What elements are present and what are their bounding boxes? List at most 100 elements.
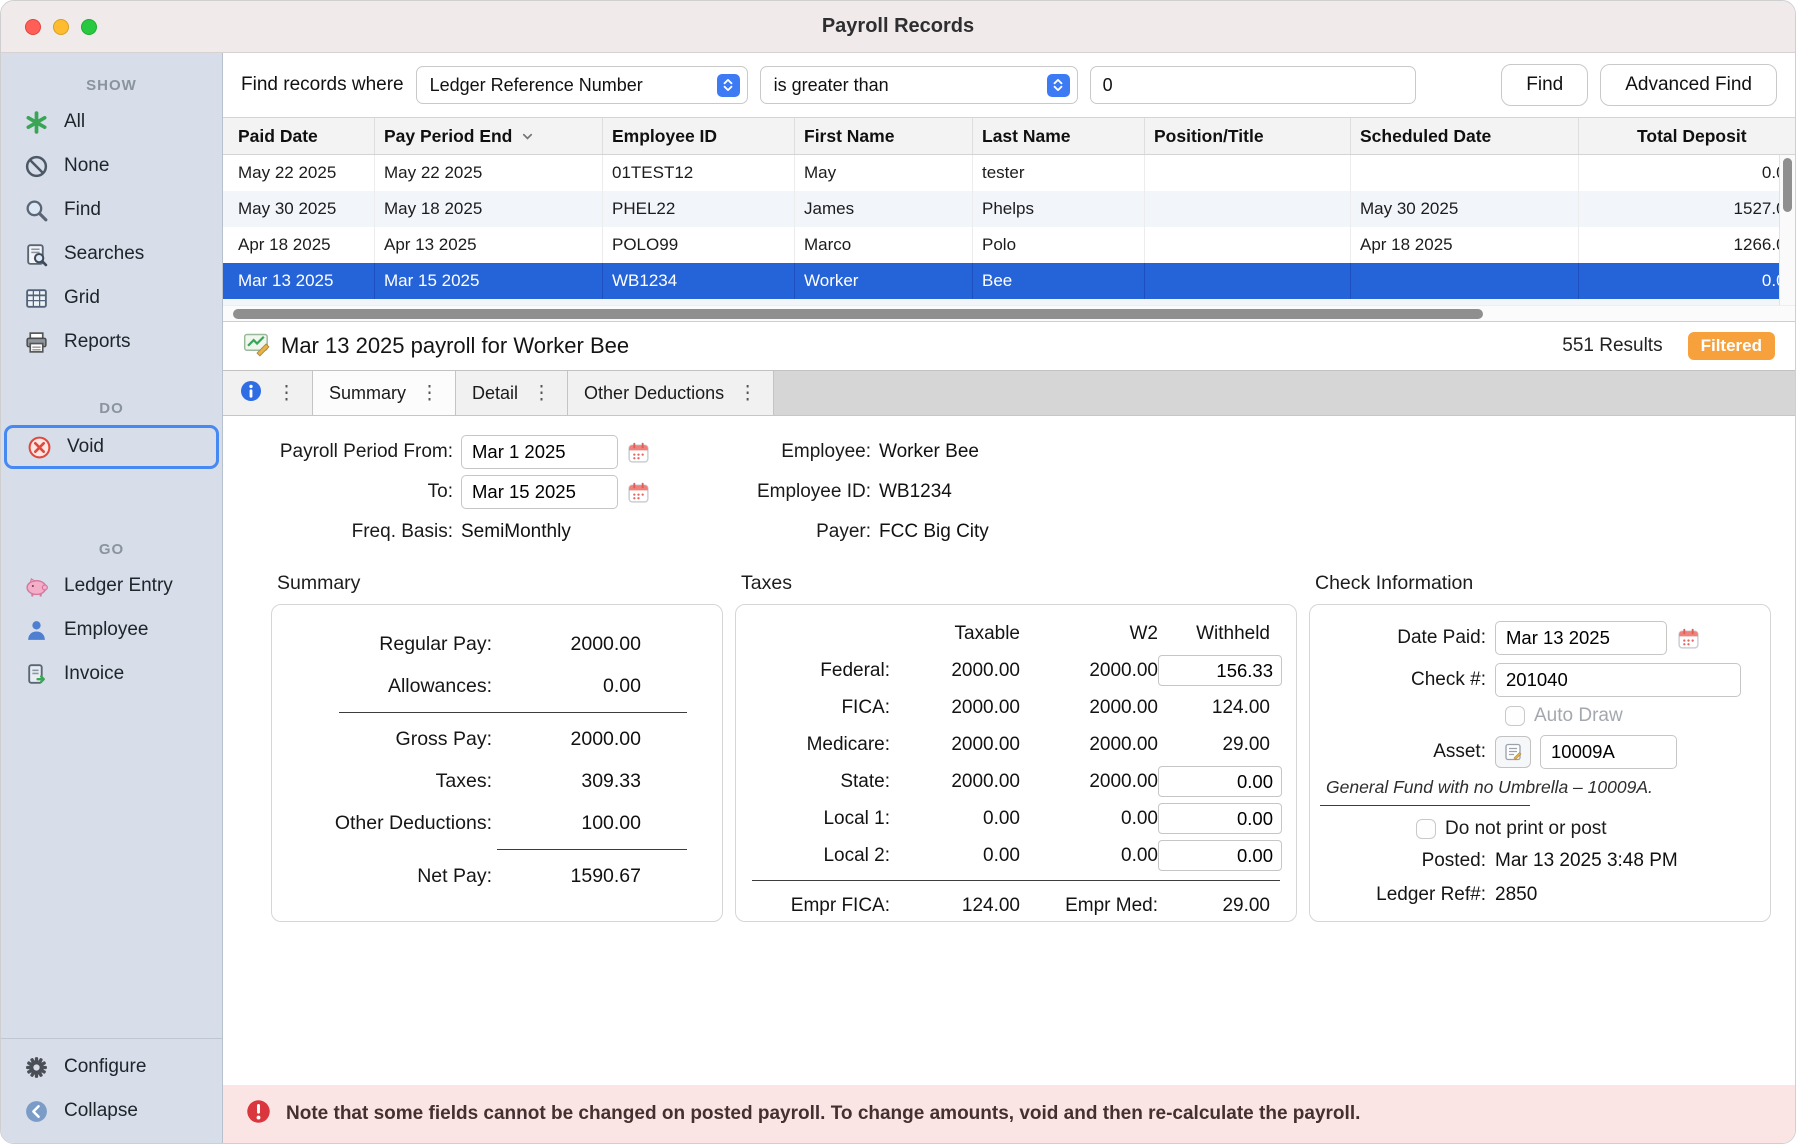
column-header-paid-date[interactable]: Paid Date: [223, 118, 375, 154]
table-row-selected[interactable]: Mar 13 2025 Mar 15 2025 WB1234 Worker Be…: [223, 263, 1779, 299]
state-w2: 2000.00: [1020, 763, 1158, 800]
auto-draw-label: Auto Draw: [1534, 705, 1623, 727]
tab-summary[interactable]: Summary ⋮: [313, 371, 456, 415]
sidebar-item-void[interactable]: Void: [4, 425, 219, 469]
cell-first-name: James: [795, 191, 973, 227]
column-header-total-deposit[interactable]: Total Deposit: [1579, 118, 1779, 154]
taxes-value: 309.33: [492, 770, 641, 793]
sidebar-item-searches[interactable]: Searches: [1, 232, 222, 276]
cell-last-name: Bee: [973, 263, 1145, 299]
check-divider: [1320, 805, 1530, 806]
column-header-employee-id[interactable]: Employee ID: [603, 118, 795, 154]
vertical-scrollbar-thumb[interactable]: [1783, 158, 1792, 212]
check-information-panel-title: Check Information: [1315, 572, 1771, 595]
do-not-print-checkbox[interactable]: [1416, 819, 1436, 839]
auto-draw-checkbox[interactable]: [1505, 706, 1525, 726]
tab-info[interactable]: ⋮: [223, 371, 313, 415]
cell-position-title: [1145, 155, 1351, 191]
content-area: Find records where Ledger Reference Numb…: [223, 53, 1795, 1143]
state-label: State:: [750, 763, 890, 800]
freq-basis-value: SemiMonthly: [461, 521, 571, 543]
x-circle-icon: [26, 434, 52, 460]
fica-taxable: 2000.00: [890, 689, 1020, 726]
summary-panel: Summary Regular Pay:2000.00 Allowances:0…: [271, 572, 723, 922]
tab-detail[interactable]: Detail ⋮: [456, 371, 568, 415]
sidebar-item-all[interactable]: All: [1, 100, 222, 144]
table-row[interactable]: May 30 2025 May 18 2025 PHEL22 James Phe…: [223, 191, 1779, 227]
empr-fica-value: 124.00: [890, 887, 1020, 922]
cell-scheduled-date: [1351, 263, 1579, 299]
federal-withheld-input[interactable]: [1158, 655, 1282, 686]
sidebar-item-find[interactable]: Find: [1, 188, 222, 232]
local2-withheld-input[interactable]: [1158, 840, 1282, 871]
check-number-label: Check #:: [1310, 669, 1486, 691]
allowances-value: 0.00: [492, 675, 641, 698]
horizontal-scrollbar[interactable]: [223, 305, 1795, 321]
employee-label: Employee:: [739, 441, 871, 463]
vertical-scrollbar[interactable]: [1779, 155, 1795, 305]
medicare-withheld: 29.00: [1158, 726, 1282, 763]
local1-withheld-input[interactable]: [1158, 803, 1282, 834]
period-from-label: Payroll Period From:: [223, 441, 453, 463]
close-window-button[interactable]: [25, 19, 41, 35]
posted-label: Posted:: [1310, 850, 1486, 872]
calendar-icon: [626, 480, 651, 505]
column-header-pay-period-end[interactable]: Pay Period End: [375, 118, 603, 154]
asset-description: General Fund with no Umbrella – 10009A.: [1310, 773, 1756, 801]
column-header-position-title[interactable]: Position/Title: [1145, 118, 1351, 154]
advanced-find-button[interactable]: Advanced Find: [1600, 64, 1777, 106]
sidebar-item-employee[interactable]: Employee: [1, 608, 222, 652]
local1-w2: 0.00: [1020, 800, 1158, 837]
find-value-input[interactable]: [1090, 66, 1416, 104]
sidebar-item-ledger-entry[interactable]: Ledger Entry: [1, 564, 222, 608]
minimize-window-button[interactable]: [53, 19, 69, 35]
cell-position-title: [1145, 263, 1351, 299]
find-operator-dropdown[interactable]: is greater than: [760, 66, 1078, 104]
tab-detail-menu[interactable]: ⋮: [532, 382, 551, 405]
table-row[interactable]: Apr 18 2025 Apr 13 2025 POLO99 Marco Pol…: [223, 227, 1779, 263]
asset-picker-button[interactable]: [1495, 736, 1531, 768]
state-withheld-input[interactable]: [1158, 766, 1282, 797]
zoom-window-button[interactable]: [81, 19, 97, 35]
tab-label: Summary: [329, 383, 406, 404]
tab-info-menu[interactable]: ⋮: [277, 382, 296, 405]
period-from-calendar-button[interactable]: [626, 440, 651, 465]
check-number-input[interactable]: [1495, 663, 1741, 697]
date-paid-calendar-button[interactable]: [1676, 626, 1701, 651]
sidebar-item-label: Collapse: [64, 1100, 138, 1122]
sidebar-item-label: None: [64, 155, 109, 177]
column-header-last-name[interactable]: Last Name: [973, 118, 1145, 154]
tab-summary-menu[interactable]: ⋮: [420, 382, 439, 405]
date-paid-label: Date Paid:: [1310, 627, 1486, 649]
sidebar-item-none[interactable]: None: [1, 144, 222, 188]
freq-basis-label: Freq. Basis:: [223, 521, 453, 543]
filtered-badge[interactable]: Filtered: [1688, 332, 1775, 360]
empr-med-label: Empr Med:: [1020, 887, 1158, 922]
table-row[interactable]: May 22 2025 May 22 2025 01TEST12 May tes…: [223, 155, 1779, 191]
find-field-dropdown[interactable]: Ledger Reference Number: [416, 66, 748, 104]
tab-other-deductions[interactable]: Other Deductions ⋮: [568, 371, 774, 415]
gross-pay-label: Gross Pay:: [272, 728, 492, 751]
sidebar-item-label: Searches: [64, 243, 144, 265]
payer-label: Payer:: [739, 521, 871, 543]
period-to-input[interactable]: [461, 475, 618, 509]
sidebar-item-invoice[interactable]: Invoice: [1, 652, 222, 696]
popup-chevrons-icon: [1047, 74, 1070, 97]
cell-total-deposit: 1266.00: [1579, 227, 1779, 263]
date-paid-input[interactable]: [1495, 621, 1667, 655]
horizontal-scrollbar-thumb[interactable]: [233, 309, 1483, 319]
find-button[interactable]: Find: [1501, 64, 1588, 106]
table-body: May 22 2025 May 22 2025 01TEST12 May tes…: [223, 155, 1795, 305]
sidebar-item-reports[interactable]: Reports: [1, 320, 222, 364]
cell-first-name: Marco: [795, 227, 973, 263]
asset-input[interactable]: [1540, 735, 1677, 769]
cell-first-name: Worker: [795, 263, 973, 299]
sidebar-item-configure[interactable]: Configure: [1, 1045, 222, 1089]
column-header-scheduled-date[interactable]: Scheduled Date: [1351, 118, 1579, 154]
sidebar-item-collapse[interactable]: Collapse: [1, 1089, 222, 1133]
sidebar-item-grid[interactable]: Grid: [1, 276, 222, 320]
period-from-input[interactable]: [461, 435, 618, 469]
column-header-first-name[interactable]: First Name: [795, 118, 973, 154]
period-to-calendar-button[interactable]: [626, 480, 651, 505]
tab-other-deductions-menu[interactable]: ⋮: [738, 382, 757, 405]
